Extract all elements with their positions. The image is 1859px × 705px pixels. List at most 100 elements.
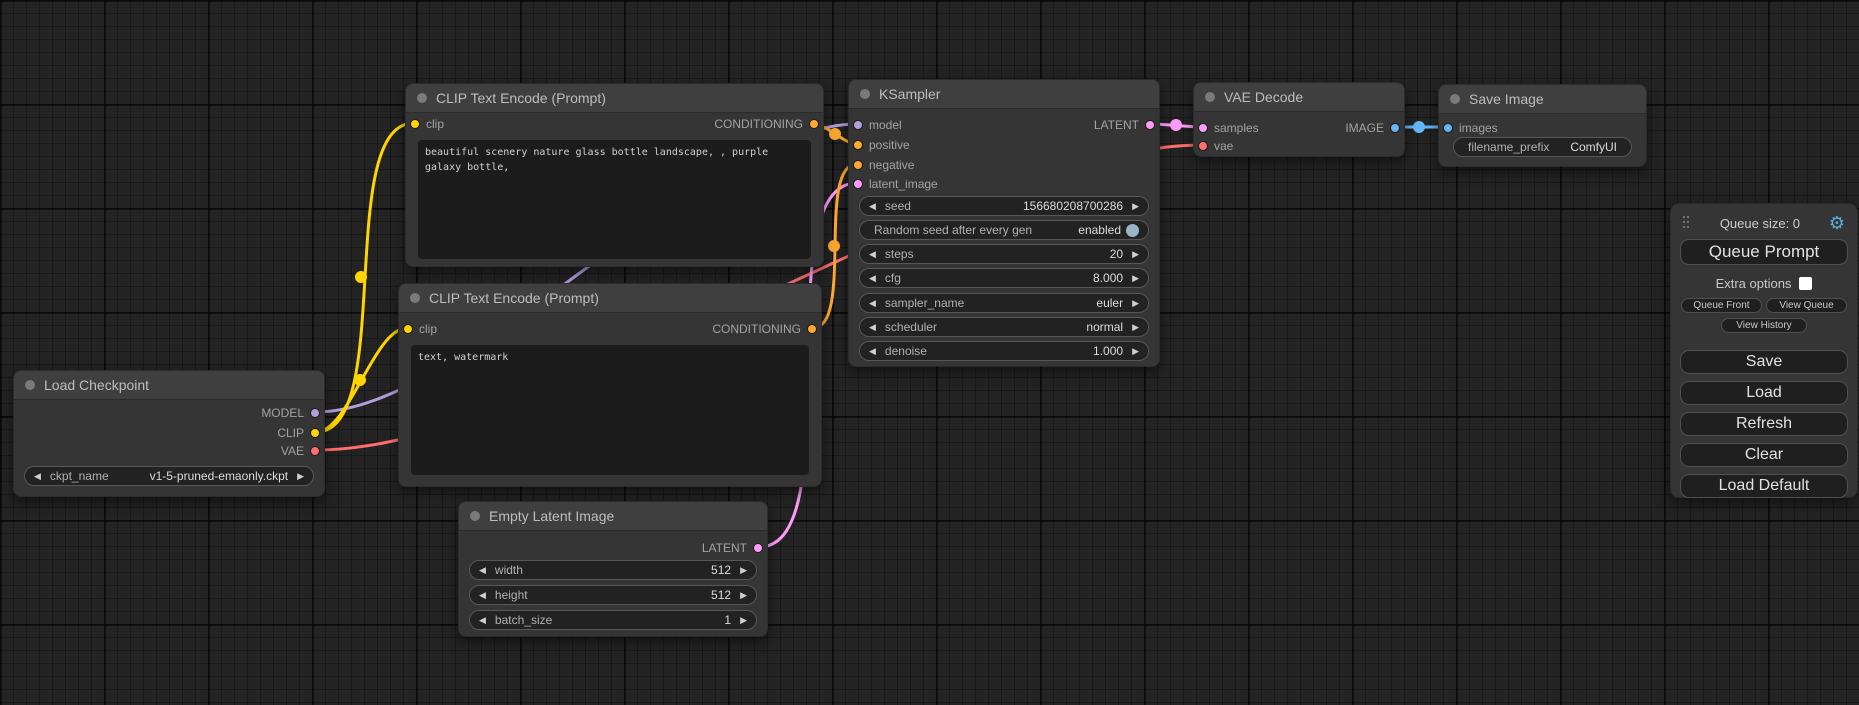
port-label: clip	[426, 117, 444, 131]
latent-port-dot[interactable]	[1198, 123, 1208, 133]
negative-prompt-textarea[interactable]: text, watermark	[411, 345, 809, 475]
node-ksampler[interactable]: KSampler model positive negative latent_…	[848, 79, 1160, 367]
conditioning-port-dot[interactable]	[853, 160, 863, 170]
vae-port-dot[interactable]	[310, 446, 320, 456]
positive-prompt-textarea[interactable]: beautiful scenery nature glass bottle la…	[418, 140, 811, 259]
collapse-dot[interactable]	[1205, 92, 1215, 102]
view-history-button[interactable]: View History	[1721, 318, 1807, 333]
output-port-latent: LATENT	[1094, 115, 1155, 135]
sampler-name-widget[interactable]: ◀ sampler_name euler ▶	[859, 293, 1149, 313]
decrement-arrow-icon[interactable]: ◀	[869, 299, 876, 308]
image-port-dot[interactable]	[1390, 123, 1400, 133]
refresh-button[interactable]: Refresh	[1680, 412, 1848, 436]
decrement-arrow-icon[interactable]: ◀	[869, 347, 876, 356]
node-title-bar: CLIP Text Encode (Prompt)	[406, 84, 823, 113]
conditioning-port-dot[interactable]	[809, 119, 819, 129]
increment-arrow-icon[interactable]: ▶	[297, 472, 304, 481]
scheduler-widget[interactable]: ◀ scheduler normal ▶	[859, 317, 1149, 337]
node-clip-text-encode-positive[interactable]: CLIP Text Encode (Prompt) clip CONDITION…	[405, 83, 824, 267]
decrement-arrow-icon[interactable]: ◀	[869, 250, 876, 259]
node-title: VAE Decode	[1224, 89, 1303, 105]
latent-port-dot[interactable]	[753, 543, 763, 553]
conditioning-port-dot[interactable]	[807, 324, 817, 334]
decrement-arrow-icon[interactable]: ◀	[479, 591, 486, 600]
queue-prompt-button[interactable]: Queue Prompt	[1680, 239, 1848, 265]
increment-arrow-icon[interactable]: ▶	[740, 566, 747, 575]
load-button[interactable]: Load	[1680, 381, 1848, 405]
port-label: CONDITIONING	[712, 322, 801, 336]
node-title: CLIP Text Encode (Prompt)	[436, 90, 606, 106]
queue-front-button[interactable]: Queue Front	[1681, 298, 1762, 313]
node-clip-text-encode-negative[interactable]: CLIP Text Encode (Prompt) clip CONDITION…	[398, 283, 822, 487]
filename-prefix-widget[interactable]: filename_prefix ComfyUI	[1453, 137, 1632, 157]
collapse-dot[interactable]	[25, 380, 35, 390]
increment-arrow-icon[interactable]: ▶	[1132, 299, 1139, 308]
vae-port-dot[interactable]	[1198, 141, 1208, 151]
decrement-arrow-icon[interactable]: ◀	[479, 616, 486, 625]
decrement-arrow-icon[interactable]: ◀	[869, 202, 876, 211]
collapse-dot[interactable]	[860, 89, 870, 99]
latent-port-dot[interactable]	[853, 179, 863, 189]
port-label: VAE	[281, 444, 304, 458]
node-load-checkpoint[interactable]: Load Checkpoint MODEL CLIP VAE ◀ ckpt_na…	[13, 370, 325, 497]
settings-gear-icon[interactable]: ⚙	[1829, 214, 1845, 232]
decrement-arrow-icon[interactable]: ◀	[34, 472, 41, 481]
port-label: MODEL	[261, 406, 304, 420]
denoise-widget[interactable]: ◀ denoise 1.000 ▶	[859, 341, 1149, 361]
load-default-button[interactable]: Load Default	[1680, 474, 1848, 498]
decrement-arrow-icon[interactable]: ◀	[869, 274, 876, 283]
height-widget[interactable]: ◀ height 512 ▶	[469, 585, 757, 605]
input-port-samples: samples	[1198, 118, 1259, 138]
model-port-dot[interactable]	[853, 120, 863, 130]
batch-size-widget[interactable]: ◀ batch_size 1 ▶	[469, 610, 757, 630]
port-label: CONDITIONING	[714, 117, 803, 131]
increment-arrow-icon[interactable]: ▶	[1132, 347, 1139, 356]
input-port-positive: positive	[853, 135, 910, 155]
conditioning-port-dot[interactable]	[853, 140, 863, 150]
port-label: images	[1459, 121, 1498, 135]
increment-arrow-icon[interactable]: ▶	[740, 591, 747, 600]
view-queue-button[interactable]: View Queue	[1766, 298, 1847, 313]
input-port-negative: negative	[853, 155, 914, 175]
decrement-arrow-icon[interactable]: ◀	[869, 323, 876, 332]
increment-arrow-icon[interactable]: ▶	[1132, 274, 1139, 283]
random-seed-widget[interactable]: Random seed after every gen enabled	[859, 220, 1149, 240]
increment-arrow-icon[interactable]: ▶	[1132, 202, 1139, 211]
latent-port-dot[interactable]	[1145, 120, 1155, 130]
port-label: positive	[869, 138, 910, 152]
input-port-model: model	[853, 115, 902, 135]
node-save-image[interactable]: Save Image images filename_prefix ComfyU…	[1438, 84, 1647, 167]
clear-button[interactable]: Clear	[1680, 443, 1848, 467]
cfg-widget[interactable]: ◀ cfg 8.000 ▶	[859, 268, 1149, 288]
image-port-dot[interactable]	[1443, 123, 1453, 133]
collapse-dot[interactable]	[470, 511, 480, 521]
node-title: KSampler	[879, 86, 940, 102]
node-empty-latent-image[interactable]: Empty Latent Image LATENT ◀ width 512 ▶ …	[458, 501, 768, 637]
collapse-dot[interactable]	[1450, 94, 1460, 104]
node-title: Load Checkpoint	[44, 377, 149, 393]
decrement-arrow-icon[interactable]: ◀	[479, 566, 486, 575]
collapse-dot[interactable]	[410, 293, 420, 303]
save-button[interactable]: Save	[1680, 350, 1848, 374]
clip-port-dot[interactable]	[410, 119, 420, 129]
increment-arrow-icon[interactable]: ▶	[1132, 250, 1139, 259]
input-port-images: images	[1443, 118, 1498, 138]
port-label: latent_image	[869, 177, 938, 191]
increment-arrow-icon[interactable]: ▶	[740, 616, 747, 625]
ckpt-name-widget[interactable]: ◀ ckpt_name v1-5-pruned-emaonly.ckpt ▶	[24, 466, 314, 486]
clip-port-dot[interactable]	[403, 324, 413, 334]
node-title-bar: VAE Decode	[1194, 83, 1404, 112]
node-vae-decode[interactable]: VAE Decode samples vae IMAGE	[1193, 82, 1405, 157]
width-widget[interactable]: ◀ width 512 ▶	[469, 560, 757, 580]
node-title-bar: Empty Latent Image	[459, 502, 767, 531]
port-label: vae	[1214, 139, 1233, 153]
model-port-dot[interactable]	[310, 408, 320, 418]
collapse-dot[interactable]	[417, 93, 427, 103]
extra-options-checkbox[interactable]	[1799, 277, 1812, 290]
steps-widget[interactable]: ◀ steps 20 ▶	[859, 244, 1149, 264]
seed-widget[interactable]: ◀ seed 156680208700286 ▶	[859, 196, 1149, 216]
drag-handle-icon[interactable]	[1683, 216, 1691, 231]
increment-arrow-icon[interactable]: ▶	[1132, 323, 1139, 332]
random-seed-toggle[interactable]	[1126, 224, 1139, 237]
clip-port-dot[interactable]	[310, 428, 320, 438]
